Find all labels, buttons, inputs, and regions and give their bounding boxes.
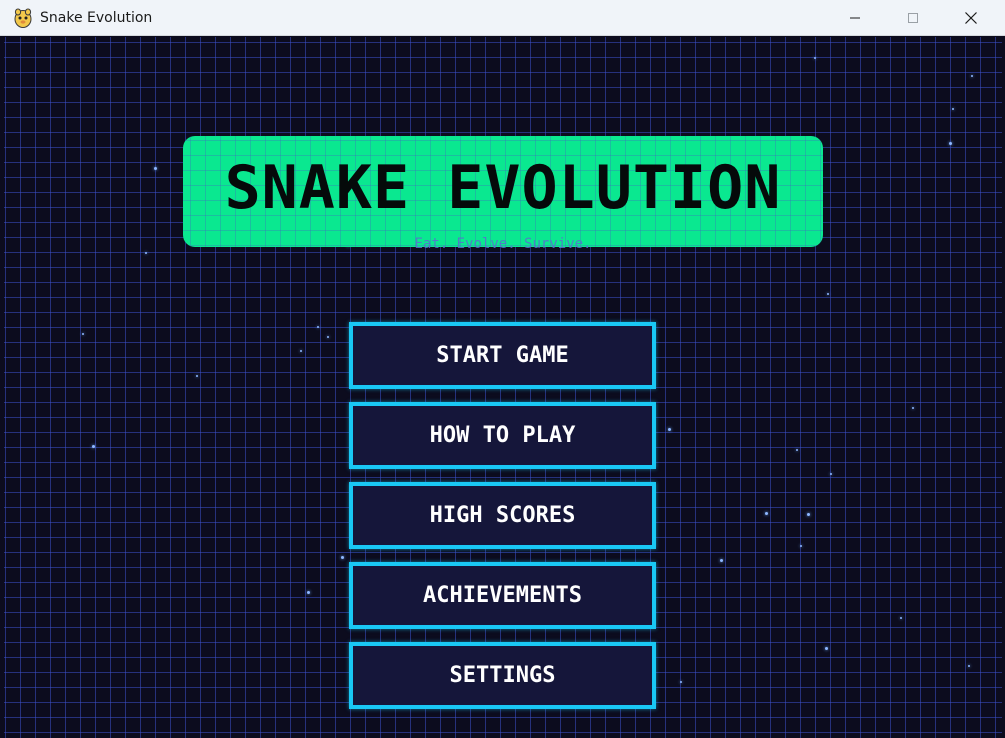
star bbox=[830, 473, 832, 475]
star bbox=[796, 449, 798, 451]
maximize-button[interactable] bbox=[890, 0, 936, 36]
maximize-icon bbox=[908, 13, 918, 23]
star bbox=[154, 167, 157, 170]
star bbox=[680, 681, 682, 683]
star bbox=[341, 556, 344, 559]
star bbox=[196, 375, 198, 377]
window-title: Snake Evolution bbox=[40, 10, 153, 26]
star bbox=[807, 513, 810, 516]
game-title: SNAKE EVOLUTION bbox=[224, 153, 782, 223]
star bbox=[971, 75, 973, 77]
close-icon bbox=[965, 12, 977, 24]
star bbox=[720, 559, 723, 562]
star bbox=[668, 428, 671, 431]
title-banner: SNAKE EVOLUTION bbox=[183, 136, 823, 247]
python-icon bbox=[14, 8, 32, 28]
star bbox=[765, 512, 768, 515]
minimize-button[interactable] bbox=[832, 0, 878, 36]
star bbox=[327, 336, 329, 338]
star bbox=[949, 142, 952, 145]
star bbox=[825, 647, 828, 650]
achievements-button[interactable]: ACHIEVEMENTS bbox=[349, 562, 656, 629]
star bbox=[900, 617, 902, 619]
star bbox=[300, 350, 302, 352]
title-bar[interactable]: Snake Evolution bbox=[0, 0, 1005, 36]
star bbox=[307, 591, 310, 594]
settings-button[interactable]: SETTINGS bbox=[349, 642, 656, 709]
star bbox=[92, 445, 95, 448]
star bbox=[912, 407, 914, 409]
app-window: Snake Evolution SNAKE EVOLUTION Eat. Evo… bbox=[0, 0, 1005, 738]
how-to-play-button[interactable]: HOW TO PLAY bbox=[349, 402, 656, 469]
start-game-button[interactable]: START GAME bbox=[349, 322, 656, 389]
high-scores-button[interactable]: HIGH SCORES bbox=[349, 482, 656, 549]
star bbox=[317, 326, 319, 328]
game-canvas: SNAKE EVOLUTION Eat. Evolve. Survive. ST… bbox=[4, 37, 1002, 738]
star bbox=[145, 252, 147, 254]
game-tagline: Eat. Evolve. Survive. bbox=[414, 236, 592, 252]
star bbox=[827, 293, 829, 295]
star bbox=[952, 108, 954, 110]
star bbox=[82, 333, 84, 335]
star bbox=[800, 545, 802, 547]
star bbox=[968, 665, 970, 667]
star bbox=[814, 57, 816, 59]
minimize-icon bbox=[850, 17, 860, 19]
close-button[interactable] bbox=[948, 0, 994, 36]
